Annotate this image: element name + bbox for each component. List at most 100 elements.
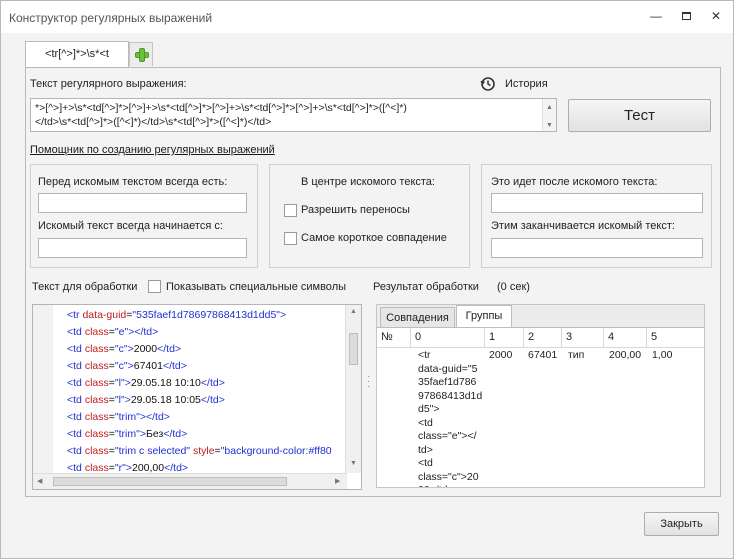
regex-input[interactable]: *>[^>]+>\s*<td[^>]*>[^>]+>\s*<td[^>]*>[^… <box>30 98 557 132</box>
regex-builder-window: Конструктор регулярных выражений — ✕ <tr… <box>0 0 734 559</box>
regex-text-line-2: </td>\s*<td[^>]*>([^<]*)</td>\s*<td[^>]*… <box>35 116 272 128</box>
code-token: </td> <box>200 377 225 389</box>
regex-text-line-1: *>[^>]+>\s*<td[^>]*>[^>]+>\s*<td[^>]*>[^… <box>35 102 407 114</box>
restore-button[interactable] <box>673 7 699 25</box>
column-header-1[interactable]: 1 <box>485 328 524 348</box>
code-token: <td <box>67 360 85 372</box>
code-token: 67401 <box>133 360 163 372</box>
editor-horizontal-scrollbar[interactable]: ◀ ▶ <box>33 473 347 489</box>
scroll-right-icon[interactable]: ▶ <box>335 477 340 485</box>
vertical-scroll-thumb[interactable] <box>349 333 358 365</box>
source-label: Текст для обработки <box>32 281 138 293</box>
regex-helper-link[interactable]: Помощник по созданию регулярных выражени… <box>30 144 275 156</box>
history-icon <box>480 77 495 91</box>
scroll-left-icon[interactable]: ◀ <box>37 477 42 485</box>
code-token: Без <box>145 428 164 440</box>
history-label: История <box>505 78 548 90</box>
source-code: <tr data-guid="535faef1d78697868413d1dd5… <box>67 307 343 473</box>
code-token: class <box>84 462 109 473</box>
group-0-cell-line: 00</td> <box>418 484 486 487</box>
code-token: > <box>280 309 287 321</box>
group-0-cell-line: <td <box>418 416 433 429</box>
shortest-match-checkbox[interactable] <box>284 232 297 245</box>
column-header-3[interactable]: 3 <box>562 328 604 348</box>
splitter-grip[interactable]: · · · <box>366 372 372 392</box>
code-token: "e" <box>114 326 129 338</box>
starts-with-label: Искомый текст всегда начинается с: <box>38 220 223 232</box>
tab-regex-1[interactable]: <tr[^>]*>\s*<t <box>25 41 129 68</box>
code-token: <td <box>67 462 85 473</box>
code-token: style <box>192 445 215 457</box>
allow-wrap-checkbox[interactable] <box>284 204 297 217</box>
regex-panel: Текст регулярного выражения: История *>[… <box>25 67 721 497</box>
tab-groups[interactable]: Группы <box>456 305 512 327</box>
code-token: <td <box>67 445 85 457</box>
code-token: ></td> <box>139 411 170 423</box>
code-token: <td <box>67 394 85 406</box>
scroll-up-icon[interactable]: ▲ <box>350 308 357 315</box>
source-code-line: <tr data-guid="535faef1d78697868413d1dd5… <box>67 307 343 324</box>
group-0-cell-line: 35faef1d786 <box>418 376 477 388</box>
code-token: </td> <box>163 428 188 440</box>
code-token: <td <box>67 343 85 355</box>
group-0-cell: <tr data-guid="5 35faef1d786 97868413d1d d5"… <box>418 349 486 487</box>
code-token: class <box>84 411 109 423</box>
column-header-2[interactable]: 2 <box>524 328 562 348</box>
close-dialog-button[interactable]: Закрыть <box>644 512 719 536</box>
code-token: </td> <box>200 394 225 406</box>
regex-scrollbar[interactable]: ▲ ▼ <box>542 99 556 131</box>
source-code-line: <td class="l">29.05.18 10:10</td> <box>67 375 343 392</box>
add-tab-button[interactable] <box>129 42 153 66</box>
source-text-editor[interactable]: <tr data-guid="535faef1d78697868413d1dd5… <box>32 304 362 490</box>
code-token: </td> <box>164 462 189 473</box>
scroll-down-icon[interactable]: ▼ <box>350 460 357 467</box>
column-header-0[interactable]: 0 <box>411 328 485 348</box>
minimize-button[interactable]: — <box>643 7 669 25</box>
source-code-line: <td class="trim">Без</td> <box>67 426 343 443</box>
after-label: Это идет после искомого текста: <box>491 176 658 188</box>
after-input[interactable] <box>491 193 703 213</box>
source-code-line: <td class="c">2000</td> <box>67 341 343 358</box>
starts-with-input[interactable] <box>38 238 247 258</box>
editor-vertical-scrollbar[interactable]: ▲ ▼ <box>345 305 361 473</box>
column-header-4[interactable]: 4 <box>604 328 647 348</box>
group-2-cell: 67401 <box>528 349 558 361</box>
code-token: 2000 <box>133 343 158 355</box>
code-token: ></td> <box>128 326 159 338</box>
code-token: "c" <box>114 360 128 372</box>
source-code-line: <td class="r">200,00</td> <box>67 460 343 473</box>
code-token: 29.05.18 10:10 <box>130 377 201 389</box>
code-token: class <box>84 326 109 338</box>
before-always-input[interactable] <box>38 193 247 213</box>
horizontal-scroll-thumb[interactable] <box>53 477 287 486</box>
close-button[interactable]: ✕ <box>703 7 729 25</box>
result-label: Результат обработки <box>373 281 479 293</box>
code-token: <td <box>67 326 85 338</box>
title-bar[interactable]: Конструктор регулярных выражений — ✕ <box>1 1 733 33</box>
tab-matches[interactable]: Совпадения <box>380 307 455 329</box>
test-button[interactable]: Тест <box>568 99 711 132</box>
show-special-checkbox[interactable] <box>148 280 161 293</box>
group-0-cell-line: class="c">20 <box>418 470 479 483</box>
source-code-line: <td class="c">67401</td> <box>67 358 343 375</box>
scroll-up-icon[interactable]: ▲ <box>546 101 553 115</box>
code-token: <td <box>67 411 85 423</box>
groups-grid[interactable]: № 0 1 2 3 4 5 <tr data-guid="5 35faef1d786… <box>377 327 704 487</box>
column-header-num[interactable]: № <box>377 328 411 348</box>
ends-with-label: Этим заканчивается искомый текст: <box>491 220 675 232</box>
ends-with-input[interactable] <box>491 238 703 258</box>
code-token: "l" <box>114 377 125 389</box>
scroll-down-icon[interactable]: ▼ <box>546 119 553 131</box>
column-header-5[interactable]: 5 <box>647 328 704 348</box>
code-token: class <box>84 343 109 355</box>
code-token: "l" <box>114 394 125 406</box>
center-text-group: В центре искомого текста: Разрешить пере… <box>269 164 470 268</box>
close-icon: ✕ <box>710 9 722 23</box>
editor-gutter <box>33 305 53 473</box>
group-0-cell-line: data-guid="5 <box>418 362 478 375</box>
code-token: class <box>84 377 109 389</box>
code-token: class <box>84 360 109 372</box>
code-token: "trim c selected" <box>114 445 191 457</box>
code-token: "background-color:#ff80 <box>220 445 332 457</box>
code-token: class <box>84 428 109 440</box>
